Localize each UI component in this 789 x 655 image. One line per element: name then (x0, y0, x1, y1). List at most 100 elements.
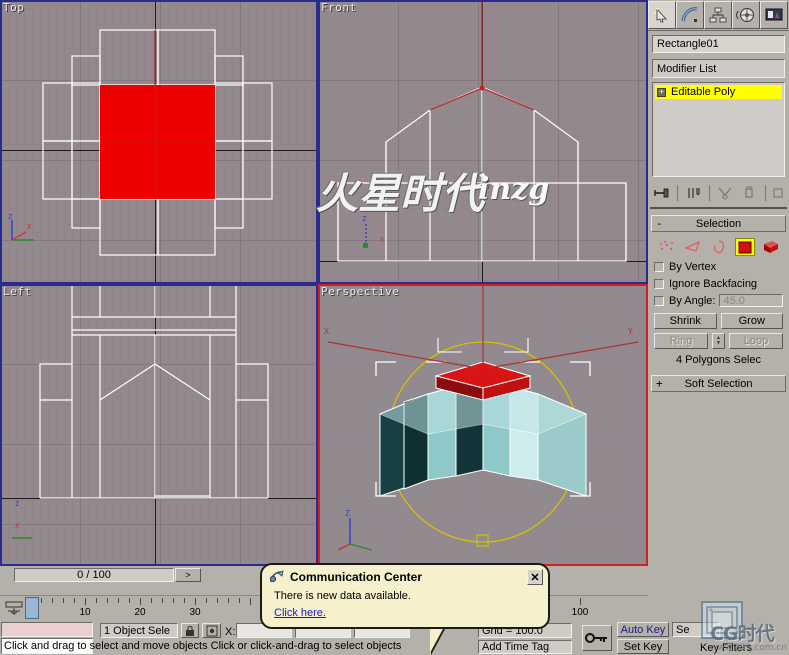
ignore-backfacing-row[interactable]: Ignore Backfacing (654, 275, 783, 292)
selection-lock-toggle[interactable] (181, 623, 199, 638)
by-vertex-row[interactable]: By Vertex (654, 258, 783, 275)
object-name-field[interactable]: Rectangle01 (652, 35, 785, 53)
pin-stack-icon[interactable] (653, 185, 671, 201)
popup-click-here-link[interactable]: Click here. (274, 607, 326, 619)
auto-key-button[interactable]: Auto Key (617, 622, 669, 637)
display-tab[interactable] (760, 1, 788, 29)
ruler-tick-label: 10 (79, 607, 91, 618)
viewport-layout-logo (700, 600, 746, 642)
polygon-level-icon (738, 241, 751, 253)
maxscript-listener-input[interactable] (1, 622, 93, 637)
by-vertex-checkbox[interactable] (654, 261, 664, 272)
satellite-icon (269, 570, 285, 584)
modify-tab[interactable] (676, 1, 704, 29)
set-key-button[interactable]: Set Key (617, 639, 669, 654)
curve-icon (681, 7, 698, 22)
hierarchy-icon (709, 7, 727, 23)
open-mini-curve-editor-button[interactable] (4, 600, 24, 616)
viewport-left[interactable]: Z X Left (0, 284, 318, 566)
stack-item-label: Editable Poly (671, 86, 736, 98)
configure-sets-icon[interactable] (772, 185, 784, 201)
communication-center-popup[interactable]: Communication Center ✕ There is new data… (260, 563, 550, 653)
selection-rollout-header[interactable]: - Selection (651, 215, 786, 232)
make-unique-icon[interactable] (716, 185, 734, 201)
toolbar-divider (764, 185, 766, 201)
next-frame-button[interactable]: > (175, 568, 201, 582)
current-frame-field[interactable]: 0 / 100 (14, 568, 174, 582)
create-tab[interactable] (648, 1, 676, 29)
shrink-button[interactable]: Shrink (654, 313, 717, 329)
time-slider-handle[interactable] (25, 597, 39, 619)
svg-text:Z: Z (345, 509, 350, 518)
ruler-tick-label: 30 (189, 607, 201, 618)
mini-curve-editor-icon (5, 601, 23, 615)
wheel-icon (736, 8, 754, 22)
by-angle-checkbox[interactable] (654, 295, 664, 306)
loop-button[interactable]: Loop (729, 333, 783, 349)
selection-lock-icon (206, 625, 217, 636)
object-name-value: Rectangle01 (657, 38, 719, 50)
vertex-level-icon (659, 241, 673, 251)
soft-selection-rollout: + Soft Selection (651, 375, 786, 392)
stack-item-editable-poly[interactable]: + Editable Poly (655, 85, 782, 99)
hierarchy-tab[interactable] (704, 1, 732, 29)
key-icon (585, 633, 607, 643)
axis-tripod: Z Y (358, 215, 392, 254)
ring-spinner[interactable]: ▲ ▼ (712, 333, 725, 349)
svg-text:X: X (15, 522, 20, 530)
lock-icon (186, 625, 194, 636)
modifier-stack[interactable]: + Editable Poly (652, 82, 785, 177)
motion-tab[interactable] (732, 1, 760, 29)
ruler-tick-label: 100 (571, 607, 589, 618)
viewport-top[interactable]: Z X Top (0, 0, 318, 284)
viewport-front[interactable]: Z Y 挤压 Front (318, 0, 648, 284)
border-level-button[interactable] (709, 238, 729, 256)
by-vertex-label: By Vertex (669, 260, 717, 273)
modifier-list-dropdown[interactable]: Modifier List (652, 59, 785, 78)
absolute-relative-toggle[interactable] (202, 623, 221, 638)
sub-object-level-row (654, 236, 783, 258)
selection-rollout-body: By Vertex Ignore Backfacing By Angle: 45… (651, 232, 786, 369)
vertex-level-button[interactable] (657, 238, 677, 256)
border-level-icon (713, 240, 724, 254)
viewport-perspective-label: Perspective (321, 285, 400, 298)
modifier-list-label: Modifier List (657, 62, 717, 75)
ring-loop-row: Ring ▲ ▼ Loop (654, 333, 783, 349)
viewport-perspective[interactable]: X Y Z Perspective (318, 284, 648, 566)
polygon-level-button[interactable] (734, 238, 755, 256)
ring-button[interactable]: Ring (654, 333, 708, 349)
selection-rollout: - Selection By Vertex Ignore Backfacing … (651, 215, 786, 369)
stack-expander-icon[interactable]: + (657, 87, 666, 97)
soft-selection-rollout-title: Soft Selection (684, 377, 753, 390)
svg-text:Z: Z (15, 500, 19, 508)
key-mode-toggle[interactable] (582, 625, 612, 651)
popup-message: There is new data available. (274, 590, 411, 602)
command-panel: Rectangle01 Modifier List + Editable Pol… (648, 0, 789, 655)
selection-rollout-expander[interactable]: - (656, 217, 663, 230)
by-angle-spinner[interactable]: 45.0 (719, 294, 783, 307)
key-filters-label[interactable]: Key Filters (700, 642, 752, 654)
coord-x-label: X: (225, 626, 236, 638)
svg-text:X: X (324, 327, 329, 336)
show-end-result-icon[interactable] (685, 185, 703, 201)
add-time-tag-field[interactable]: Add Time Tag (478, 640, 572, 654)
ignore-backfacing-checkbox[interactable] (654, 278, 664, 289)
monitor-icon (765, 8, 783, 21)
prompt-line: Click and drag to select and move object… (4, 640, 402, 652)
remove-modifier-icon[interactable] (740, 185, 758, 201)
edge-level-button[interactable] (683, 238, 703, 256)
soft-selection-rollout-header[interactable]: + Soft Selection (651, 375, 786, 392)
element-level-button[interactable] (761, 238, 781, 256)
modifier-stack-toolbar (650, 181, 787, 209)
arrow-star-icon (654, 7, 667, 23)
by-angle-row[interactable]: By Angle: 45.0 (654, 292, 783, 309)
viewport-area: Z X Top Z Y Front Z X Left X Y Z Perspec… (0, 0, 648, 566)
soft-selection-rollout-expander[interactable]: + (656, 377, 663, 390)
popup-close-button[interactable]: ✕ (527, 569, 543, 585)
grow-button[interactable]: Grow (720, 313, 783, 329)
element-level-icon (763, 241, 778, 253)
popup-title: Communication Center (290, 570, 423, 584)
axis-tripod: Z X (10, 494, 50, 546)
axis-tripod: Z (337, 506, 382, 556)
selection-count-field: 1 Object Sele (100, 623, 178, 638)
